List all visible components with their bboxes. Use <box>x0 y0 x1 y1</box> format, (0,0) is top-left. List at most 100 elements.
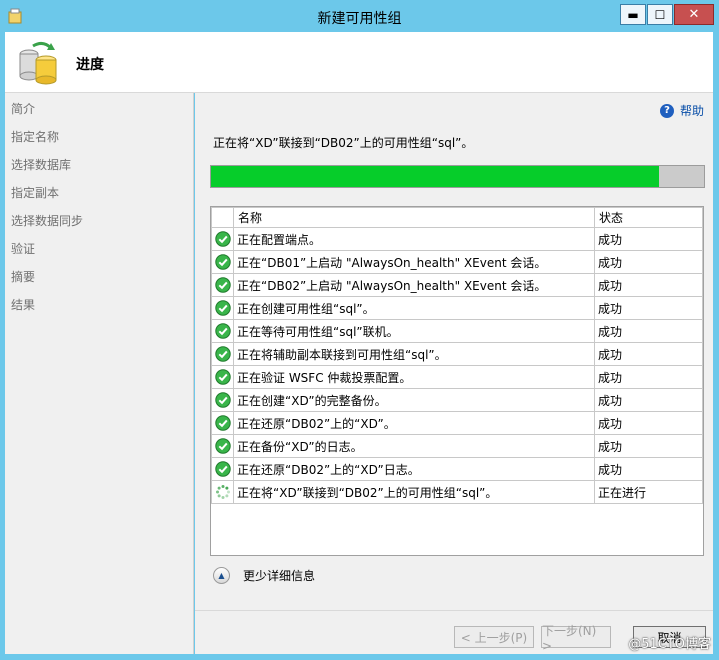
nav-item-results[interactable]: 结果 <box>5 291 193 319</box>
icon-column-header <box>211 207 234 228</box>
table-row[interactable]: 正在配置端点。 成功 <box>211 227 703 251</box>
row-status-icon-cell <box>211 342 234 366</box>
page-title: 进度 <box>76 57 104 73</box>
help-label: 帮助 <box>679 104 704 118</box>
page-header: 进度 <box>5 32 713 93</box>
table-row[interactable]: 正在创建可用性组“sql”。 成功 <box>211 296 703 320</box>
row-status-icon-cell <box>211 457 234 481</box>
footer-divider <box>195 610 713 611</box>
nav-item-intro[interactable]: 简介 <box>5 95 193 123</box>
main-panel: ? 帮助 正在将“XD”联接到“DB02”上的可用性组“sql”。 名称 状态 … <box>195 93 713 654</box>
nav-item-summary[interactable]: 摘要 <box>5 263 193 291</box>
row-name: 正在创建可用性组“sql”。 <box>233 296 595 320</box>
row-status-icon-cell <box>211 480 234 504</box>
table-row[interactable]: 正在“DB02”上启动 "AlwaysOn_health" XEvent 会话。… <box>211 273 703 297</box>
row-name: 正在还原“DB02”上的“XD”日志。 <box>233 457 595 481</box>
title-bar[interactable]: 新建可用性组 ▬ ☐ ✕ <box>0 0 719 32</box>
row-name: 正在等待可用性组“sql”联机。 <box>233 319 595 343</box>
row-status-icon-cell <box>211 250 234 274</box>
table-header-row: 名称 状态 <box>211 207 703 228</box>
row-state: 成功 <box>594 227 703 251</box>
row-state: 成功 <box>594 388 703 412</box>
help-icon: ? <box>659 103 674 118</box>
details-toggle[interactable]: ▲ 更少详细信息 <box>213 567 315 584</box>
nav-item-databases[interactable]: 选择数据库 <box>5 151 193 179</box>
row-status-icon-cell <box>211 227 234 251</box>
check-circle-icon <box>214 254 231 270</box>
check-circle-icon <box>214 300 231 316</box>
row-status-icon-cell <box>211 273 234 297</box>
prev-button[interactable]: < 上一步(P) <box>454 626 534 648</box>
row-state: 成功 <box>594 434 703 458</box>
nav-item-validation[interactable]: 验证 <box>5 235 193 263</box>
help-link[interactable]: ? 帮助 <box>659 102 704 119</box>
check-circle-icon <box>214 323 231 339</box>
row-name: 正在“DB01”上启动 "AlwaysOn_health" XEvent 会话。 <box>233 250 595 274</box>
row-state: 成功 <box>594 411 703 435</box>
row-name: 正在创建“XD”的完整备份。 <box>233 388 595 412</box>
row-name: 正在还原“DB02”上的“XD”。 <box>233 411 595 435</box>
check-circle-icon <box>214 392 231 408</box>
minimize-button[interactable]: ▬ <box>620 4 646 25</box>
check-circle-icon <box>214 461 231 477</box>
row-name: 正在将辅助副本联接到可用性组“sql”。 <box>233 342 595 366</box>
maximize-button[interactable]: ☐ <box>647 4 673 25</box>
nav-item-replicas[interactable]: 指定副本 <box>5 179 193 207</box>
progress-bar <box>210 165 705 188</box>
name-column-header[interactable]: 名称 <box>233 207 595 228</box>
row-status-icon-cell <box>211 365 234 389</box>
nav-item-data-sync[interactable]: 选择数据同步 <box>5 207 193 235</box>
row-status-icon-cell <box>211 296 234 320</box>
row-state: 成功 <box>594 319 703 343</box>
collapse-up-icon: ▲ <box>213 567 230 584</box>
row-status-icon-cell <box>211 388 234 412</box>
spinner-icon <box>215 485 230 499</box>
maximize-icon: ☐ <box>654 7 666 22</box>
minimize-icon: ▬ <box>627 7 639 22</box>
row-state: 成功 <box>594 250 703 274</box>
row-status-icon-cell <box>211 319 234 343</box>
check-circle-icon <box>214 231 231 247</box>
window-bottom-border <box>0 654 719 660</box>
table-row[interactable]: 正在等待可用性组“sql”联机。 成功 <box>211 319 703 343</box>
table-row[interactable]: 正在将“XD”联接到“DB02”上的可用性组“sql”。 正在进行 <box>211 480 703 504</box>
table-row[interactable]: 正在创建“XD”的完整备份。 成功 <box>211 388 703 412</box>
check-circle-icon <box>214 438 231 454</box>
table-row[interactable]: 正在备份“XD”的日志。 成功 <box>211 434 703 458</box>
row-name: 正在配置端点。 <box>233 227 595 251</box>
dialog-window: 新建可用性组 ▬ ☐ ✕ 进度 简介 指定名称 选择数据库 指定副本 选择数据同… <box>0 0 719 660</box>
row-name: 正在备份“XD”的日志。 <box>233 434 595 458</box>
row-state: 成功 <box>594 273 703 297</box>
watermark: @51CTO博客 <box>628 637 711 652</box>
table-row[interactable]: 正在“DB01”上启动 "AlwaysOn_health" XEvent 会话。… <box>211 250 703 274</box>
wizard-nav: 简介 指定名称 选择数据库 指定副本 选择数据同步 验证 摘要 结果 <box>5 93 194 654</box>
row-state: 成功 <box>594 296 703 320</box>
progress-table[interactable]: 名称 状态 正在配置端点。 成功 正在“DB01”上启动 "AlwaysOn_hea… <box>210 206 704 556</box>
table-row[interactable]: 正在还原“DB02”上的“XD”。 成功 <box>211 411 703 435</box>
details-label: 更少详细信息 <box>243 569 316 583</box>
table-row[interactable]: 正在还原“DB02”上的“XD”日志。 成功 <box>211 457 703 481</box>
row-state: 成功 <box>594 457 703 481</box>
check-circle-icon <box>214 346 231 362</box>
close-icon: ✕ <box>688 7 700 22</box>
row-name: 正在将“XD”联接到“DB02”上的可用性组“sql”。 <box>233 480 595 504</box>
database-sync-icon <box>19 41 57 85</box>
nav-item-name[interactable]: 指定名称 <box>5 123 193 151</box>
next-button[interactable]: 下一步(N) > <box>541 624 611 653</box>
row-state: 成功 <box>594 342 703 366</box>
check-circle-icon <box>214 369 231 385</box>
row-state: 成功 <box>594 365 703 389</box>
table-row[interactable]: 正在验证 WSFC 仲裁投票配置。 成功 <box>211 365 703 389</box>
state-column-header[interactable]: 状态 <box>594 207 703 228</box>
table-row[interactable]: 正在将辅助副本联接到可用性组“sql”。 成功 <box>211 342 703 366</box>
row-status-icon-cell <box>211 434 234 458</box>
row-name: 正在验证 WSFC 仲裁投票配置。 <box>233 365 595 389</box>
status-message: 正在将“XD”联接到“DB02”上的可用性组“sql”。 <box>213 136 474 150</box>
close-button[interactable]: ✕ <box>674 4 714 25</box>
row-name: 正在“DB02”上启动 "AlwaysOn_health" XEvent 会话。 <box>233 273 595 297</box>
window-title: 新建可用性组 <box>317 11 402 27</box>
check-circle-icon <box>214 415 231 431</box>
row-status-icon-cell <box>211 411 234 435</box>
row-state: 正在进行 <box>594 480 703 504</box>
check-circle-icon <box>214 277 231 293</box>
